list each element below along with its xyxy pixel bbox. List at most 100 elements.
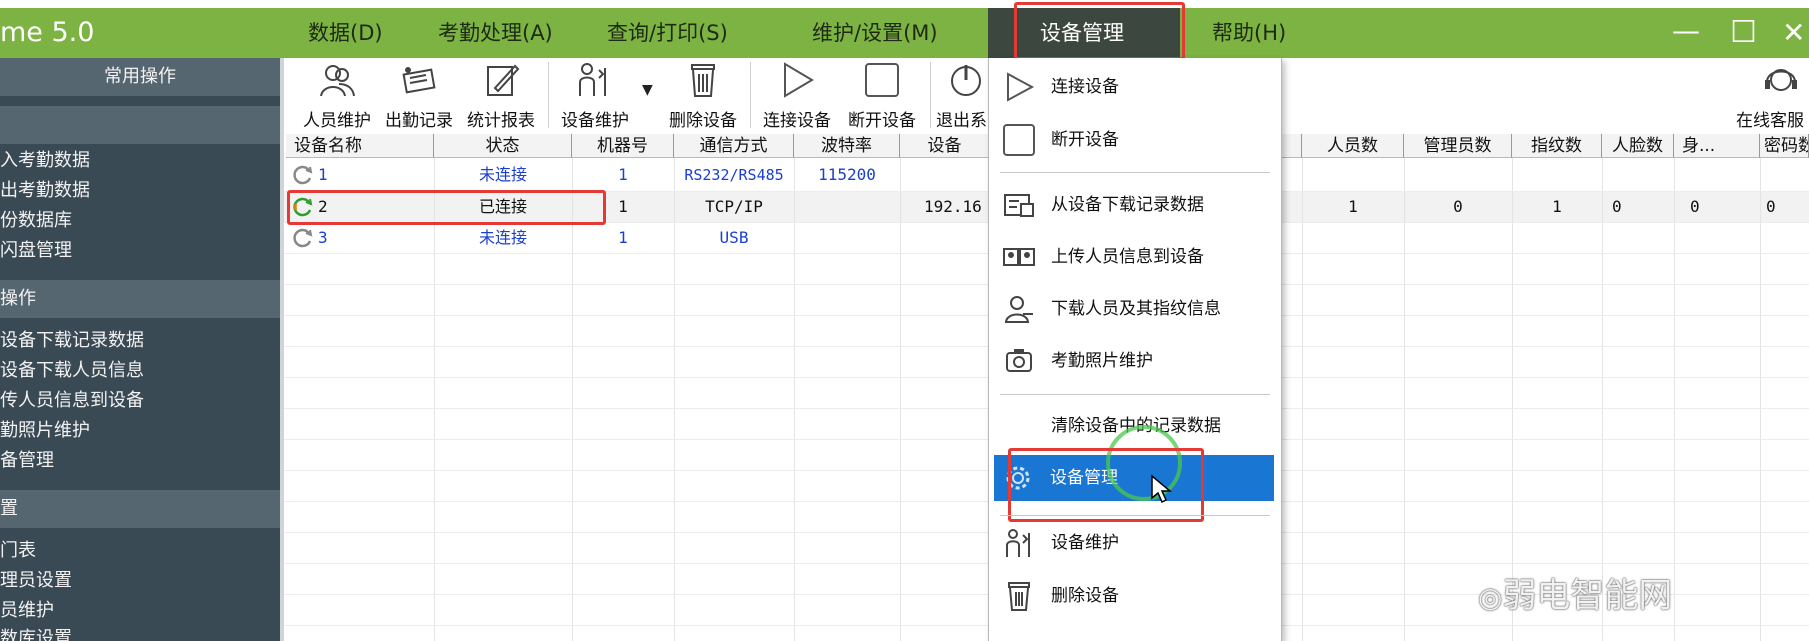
dropdown-separator (1000, 515, 1270, 516)
close-icon[interactable]: ✕ (1782, 8, 1805, 58)
col-header-hidden[interactable] (1280, 134, 1302, 158)
dropdown-item-more[interactable]: …… (989, 624, 1279, 641)
camera-icon (1001, 338, 1037, 384)
device-maintenance-icon (556, 60, 634, 106)
dropdown-item-photo-maintenance[interactable]: 考勤照片维护 (989, 338, 1279, 384)
toolbar-button-delete-device[interactable]: 删除设备 (664, 60, 742, 134)
dropdown-label: 考勤照片维护 (1051, 351, 1153, 371)
sidebar-item-photo-maintenance[interactable]: 勤照片维护 (0, 416, 280, 446)
sidebar-item-db-settings[interactable]: 数库设置 (0, 624, 280, 641)
toolbar-button-online-service[interactable]: 在线客服 (1736, 60, 1809, 134)
dropdown-highlight-box (1008, 448, 1204, 522)
col-header-fingers[interactable]: 指纹数 (1512, 134, 1602, 158)
watermark-text: 弱电智能网 (1502, 576, 1673, 616)
maximize-icon[interactable]: ☐ (1730, 8, 1757, 58)
col-header-comm[interactable]: 通信方式 (674, 134, 794, 158)
dropdown-label: 下载人员及其指纹信息 (1051, 299, 1221, 319)
sidebar-group-1-title (0, 106, 280, 144)
dropdown-item-delete-device[interactable]: 删除设备 (989, 573, 1279, 619)
col-header-id[interactable]: 身... (1674, 134, 1760, 158)
attendance-record-icon (380, 60, 458, 106)
table-cell-status: 未连接 (478, 165, 527, 184)
col-header-device-ip[interactable]: 设备 (900, 134, 990, 158)
toolbar-label-online-service: 在线客服 (1736, 111, 1804, 131)
toolbar-label-users: 人员维护 (303, 111, 371, 131)
sidebar-item-staff-maintenance[interactable]: 员维护 (0, 596, 280, 626)
dropdown-item-download-records[interactable]: 从设备下载记录数据 (989, 182, 1279, 228)
sidebar-item-admin-settings[interactable]: 理员设置 (0, 566, 280, 596)
dropdown-item-connect[interactable]: 连接设备 (989, 64, 1279, 110)
dropdown-separator (1000, 394, 1270, 395)
refresh-icon (292, 164, 314, 191)
grid-line (1760, 158, 1761, 641)
refresh-icon (292, 227, 314, 254)
sidebar-item-upload-users[interactable]: 传人员信息到设备 (0, 386, 280, 416)
dropdown-item-upload-users[interactable]: 上传人员信息到设备 (989, 234, 1279, 280)
sidebar-item-device-management[interactable]: 备管理 (0, 446, 280, 476)
col-header-baud[interactable]: 波特率 (794, 134, 900, 158)
toolbar-separator (548, 62, 549, 128)
toolbar-button-report[interactable]: 统计报表 (462, 60, 540, 134)
users-icon (298, 60, 376, 106)
menu-data[interactable]: 数据(D) (308, 8, 383, 58)
menu-help[interactable]: 帮助(H) (1212, 8, 1286, 58)
toolbar-button-users[interactable]: 人员维护 (298, 60, 376, 134)
top-strip (0, 0, 1809, 8)
col-header-pwd[interactable]: 密码数 (1760, 134, 1809, 158)
toolbar-button-exit[interactable]: 退出系 (936, 60, 996, 134)
sidebar-item-import-attendance[interactable]: 入考勤数据 (0, 146, 280, 176)
sidebar-item-usb-disk[interactable]: 闪盘管理 (0, 236, 280, 266)
table-cell-device-name[interactable]: 3 (318, 223, 328, 253)
table-cell-status: 未连接 (478, 228, 527, 247)
dropdown-label: 上传人员信息到设备 (1051, 247, 1204, 267)
col-header-faces[interactable]: 人脸数 (1602, 134, 1674, 158)
col-header-persons[interactable]: 人员数 (1302, 134, 1404, 158)
weibo-logo-icon: ◎ (1478, 581, 1503, 614)
sidebar-item-backup-db[interactable]: 份数据库 (0, 206, 280, 236)
table-cell-admins: 0 (1453, 197, 1463, 216)
upload-users-icon (1001, 234, 1037, 280)
dropdown-label: 删除设备 (1051, 586, 1119, 606)
sidebar-item-download-users[interactable]: 设备下载人员信息 (0, 356, 280, 386)
sidebar-group-3-title: 置 (0, 490, 280, 528)
menu-maintenance[interactable]: 维护/设置(M) (812, 8, 938, 58)
table-cell-device-name[interactable]: 1 (318, 160, 328, 190)
col-header-device-name[interactable]: 设备名称 (286, 134, 434, 158)
sidebar-group-2-title: 操作 (0, 280, 280, 318)
table-cell-pwd: 0 (1766, 197, 1776, 216)
dropdown-label-partial: …… (1051, 624, 1085, 640)
dropdown-item-disconnect[interactable]: 断开设备 (989, 117, 1279, 163)
col-header-status[interactable]: 状态 (434, 134, 572, 158)
menu-query-print[interactable]: 查询/打印(S) (607, 8, 728, 58)
grid-line (1404, 158, 1405, 641)
toolbar-button-disconnect[interactable]: 断开设备 (842, 60, 922, 134)
table-cell-persons: 1 (1348, 197, 1358, 216)
toolbar-button-device-maintenance[interactable]: 设备维护 (556, 60, 634, 134)
chevron-down-icon[interactable]: ▼ (642, 82, 653, 98)
toolbar-label-delete-device: 删除设备 (669, 111, 737, 131)
col-header-admins[interactable]: 管理员数 (1404, 134, 1512, 158)
toolbar-button-attendance-record[interactable]: 出勤记录 (380, 60, 458, 134)
device-maintenance-icon (1001, 520, 1037, 566)
minimize-icon[interactable]: — (1672, 6, 1700, 56)
fingerprint-user-icon (1001, 286, 1037, 332)
sidebar-item-department[interactable]: 门表 (0, 536, 280, 566)
dropdown-item-device-maintenance[interactable]: 设备维护 (989, 520, 1279, 566)
table-cell-baud: 115200 (818, 165, 876, 184)
toolbar-separator (930, 62, 931, 128)
toolbar-separator (750, 62, 751, 128)
row-highlight-box (287, 190, 606, 225)
dropdown-label: 连接设备 (1051, 77, 1119, 97)
col-header-machine-no[interactable]: 机器号 (572, 134, 674, 158)
sidebar-header: 常用操作 (0, 58, 280, 96)
grid-line (1302, 158, 1303, 641)
dropdown-item-download-users[interactable]: 下载人员及其指纹信息 (989, 286, 1279, 332)
sidebar-item-export-attendance[interactable]: 出考勤数据 (0, 176, 280, 206)
dropdown-separator (1000, 172, 1270, 173)
menu-attendance[interactable]: 考勤处理(A) (438, 8, 553, 58)
table-cell-comm: RS232/RS485 (684, 166, 784, 184)
toolbar-label-connect: 连接设备 (763, 111, 831, 131)
dropdown-label: 从设备下载记录数据 (1051, 195, 1204, 215)
sidebar-item-download-records[interactable]: 设备下载记录数据 (0, 326, 280, 356)
toolbar-button-connect[interactable]: 连接设备 (758, 60, 836, 134)
